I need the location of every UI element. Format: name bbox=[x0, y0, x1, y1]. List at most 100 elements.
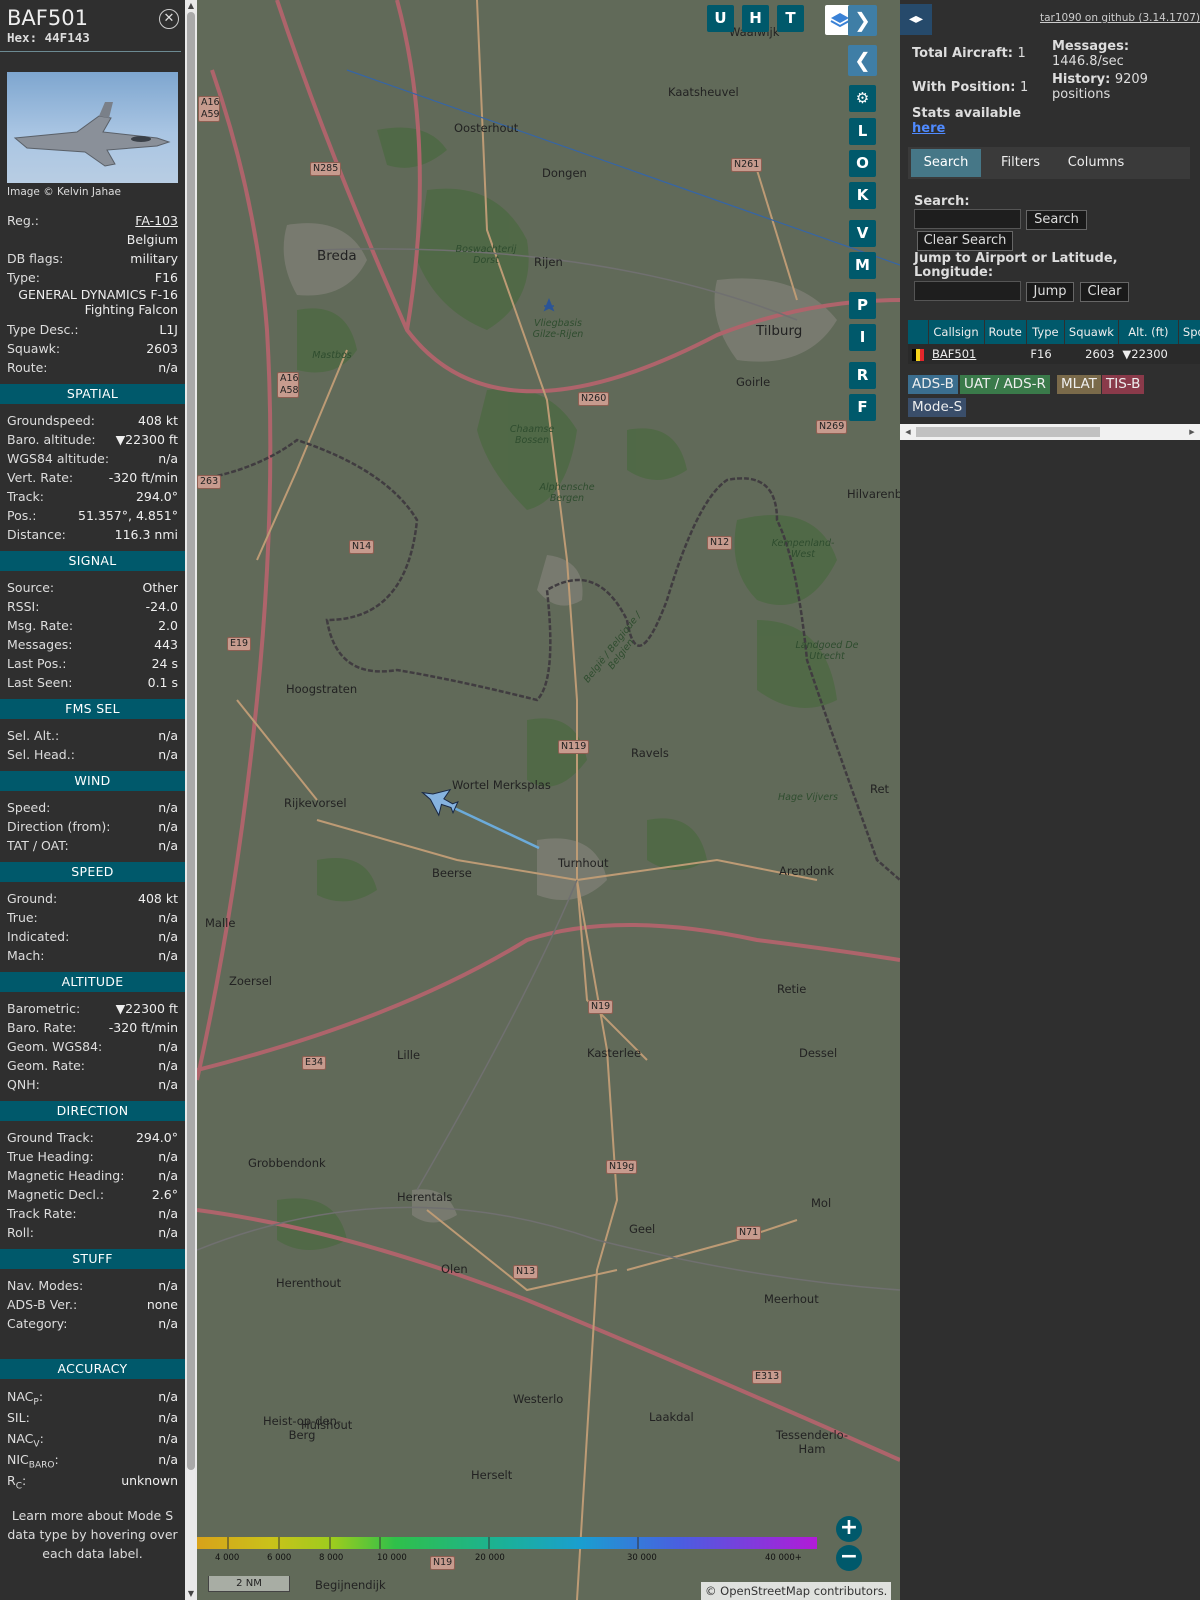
town-label: Hulshout bbox=[301, 1418, 353, 1432]
map-toggle-i[interactable]: I bbox=[849, 324, 876, 351]
expand-panel-button[interactable]: ❯ bbox=[848, 5, 877, 36]
road-shield: N14 bbox=[349, 540, 375, 554]
tab-search[interactable]: Search bbox=[911, 149, 981, 177]
town-label: Herenthout bbox=[276, 1276, 342, 1290]
tab-columns[interactable]: Columns bbox=[1056, 149, 1136, 177]
column-header[interactable] bbox=[908, 320, 929, 344]
accuracy-value: n/a bbox=[158, 1410, 178, 1425]
section-signal: Source: Other RSSI: -24.0 Msg. Rate: 2.0 Messa… bbox=[0, 578, 185, 692]
panel-scrollbar[interactable]: ▲ ▼ bbox=[185, 0, 197, 1600]
info-row: Ground Track: 294.0° bbox=[0, 1128, 185, 1147]
info-value: Belgium bbox=[126, 232, 178, 247]
close-icon[interactable]: ✕ bbox=[159, 9, 179, 29]
clear-search-button[interactable]: Clear Search bbox=[917, 231, 1013, 251]
table-row[interactable]: BAF501 F16 2603 ▼22300 bbox=[908, 344, 1200, 364]
info-value: n/a bbox=[158, 819, 178, 834]
info-label: WGS84 altitude: bbox=[7, 451, 110, 466]
section-title-signal: SIGNAL bbox=[0, 551, 185, 571]
info-row: TAT / OAT: n/a bbox=[0, 836, 185, 855]
column-header[interactable]: Route bbox=[984, 320, 1027, 344]
jump-label: Jump to Airport or Latitude, Longitude: bbox=[914, 251, 1118, 280]
info-value: n/a bbox=[158, 728, 178, 743]
source-badge-ads-b: ADS-B bbox=[908, 375, 958, 394]
expand-collapse-icon: ◂▸ bbox=[908, 11, 924, 27]
toggle-sidebar-button[interactable]: ◂▸ bbox=[900, 4, 932, 35]
map-toggle-t[interactable]: T bbox=[777, 5, 804, 32]
info-label: Pos.: bbox=[7, 508, 37, 523]
info-row: Direction (from): n/a bbox=[0, 817, 185, 836]
scrollbar-thumb[interactable] bbox=[187, 12, 195, 1470]
info-value: n/a bbox=[158, 1168, 178, 1183]
info-label: Reg.: bbox=[7, 213, 39, 228]
map-toggle-l[interactable]: L bbox=[849, 118, 876, 145]
jump-input[interactable] bbox=[914, 281, 1021, 301]
altitude-legend-label: 30 000 bbox=[627, 1553, 657, 1563]
column-header[interactable]: Spd bbox=[1178, 320, 1200, 344]
attribution-suffix: contributors. bbox=[810, 1584, 888, 1598]
chevron-right-icon: ❯ bbox=[854, 8, 871, 32]
clear-jump-button[interactable]: Clear bbox=[1080, 282, 1129, 302]
zoom-out-button[interactable]: − bbox=[836, 1545, 862, 1571]
info-value: ▼22300 ft bbox=[115, 432, 178, 447]
search-label: Search: bbox=[914, 194, 970, 209]
map-toggle-r[interactable]: R bbox=[849, 362, 876, 389]
info-row: Indicated: n/a bbox=[0, 927, 185, 946]
map-toggle-k[interactable]: K bbox=[849, 182, 876, 209]
column-header[interactable]: Type bbox=[1026, 320, 1065, 344]
openstreetmap-link[interactable]: OpenStreetMap bbox=[720, 1584, 810, 1598]
registration-link[interactable]: FA-103 bbox=[135, 211, 178, 230]
hscroll-thumb[interactable] bbox=[916, 427, 1100, 437]
collapse-panel-button[interactable]: ❮ bbox=[848, 45, 877, 76]
table-horizontal-scrollbar[interactable]: ◀ ▶ bbox=[900, 424, 1200, 440]
stats-link[interactable]: here bbox=[912, 121, 945, 136]
town-label: Lille bbox=[397, 1048, 421, 1062]
info-row: Type Desc.: L1J bbox=[0, 320, 185, 339]
road-shield: N13 bbox=[513, 1265, 539, 1279]
section-title-accuracy: ACCURACY bbox=[0, 1359, 185, 1379]
info-row: Geom. WGS84: n/a bbox=[0, 1037, 185, 1056]
scroll-up-icon[interactable]: ▲ bbox=[185, 0, 197, 12]
section-altitude: Barometric: ▼22300 ft Baro. Rate: -320 ft/m… bbox=[0, 999, 185, 1094]
scroll-left-icon[interactable]: ◀ bbox=[902, 424, 914, 440]
version-link[interactable]: tar1090 on github (3.14.1707) bbox=[1040, 12, 1200, 24]
road-shield: N261 bbox=[731, 158, 763, 172]
scroll-right-icon[interactable]: ▶ bbox=[1186, 424, 1198, 440]
callsign-cell[interactable]: BAF501 bbox=[928, 344, 984, 364]
map-toggle-h[interactable]: H bbox=[742, 5, 769, 32]
zoom-in-button[interactable]: + bbox=[836, 1516, 862, 1542]
map-toggle-o[interactable]: O bbox=[849, 150, 876, 177]
column-header[interactable]: Squawk bbox=[1064, 320, 1119, 344]
settings-button[interactable]: ⚙ bbox=[849, 85, 876, 112]
info-label: Geom. Rate: bbox=[7, 1058, 86, 1073]
column-header[interactable]: Callsign bbox=[928, 320, 985, 344]
road-shield: N285 bbox=[310, 162, 342, 176]
info-label: Ground Track: bbox=[7, 1130, 94, 1145]
map-view[interactable]: Waalwijk Kaatsheuvel Oosterhout Dongen Breda… bbox=[197, 0, 900, 1600]
info-value: n/a bbox=[158, 360, 178, 375]
section-speed: Ground: 408 kt True: n/a Indicated: n/a Mach: n… bbox=[0, 889, 185, 965]
jump-button[interactable]: Jump bbox=[1026, 282, 1074, 302]
tar1090-app: BAF501 Hex: 44F143 ✕ Image © Kelvin Jaha… bbox=[0, 0, 1200, 1600]
search-button[interactable]: Search bbox=[1026, 210, 1087, 230]
aircraft-photo[interactable] bbox=[7, 72, 178, 183]
town-label: Begijnendijk bbox=[315, 1578, 386, 1592]
town-label: Rijkevorsel bbox=[284, 796, 347, 810]
column-header[interactable]: Alt. (ft) bbox=[1118, 320, 1179, 344]
accuracy-colon: : bbox=[38, 1389, 44, 1404]
map-toggle-m[interactable]: M bbox=[849, 252, 876, 279]
info-row: Sel. Alt.: n/a bbox=[0, 726, 185, 745]
aircraft-callsign: BAF501 bbox=[7, 6, 88, 30]
info-value: n/a bbox=[158, 948, 178, 963]
map-toggle-v[interactable]: V bbox=[849, 220, 876, 247]
info-value: military bbox=[130, 251, 178, 266]
map-toggle-p[interactable]: P bbox=[849, 292, 876, 319]
search-input[interactable] bbox=[914, 209, 1021, 229]
info-label: Category: bbox=[7, 1316, 68, 1331]
tab-filters[interactable]: Filters bbox=[988, 149, 1053, 177]
map-toggle-u[interactable]: U bbox=[707, 5, 734, 32]
map-toggle-f[interactable]: F bbox=[849, 394, 876, 421]
accuracy-label-main: NAC bbox=[7, 1431, 34, 1446]
photo-credit: Image © Kelvin Jahae bbox=[7, 186, 122, 198]
scroll-down-icon[interactable]: ▼ bbox=[185, 1588, 197, 1600]
info-row: QNH: n/a bbox=[0, 1075, 185, 1094]
